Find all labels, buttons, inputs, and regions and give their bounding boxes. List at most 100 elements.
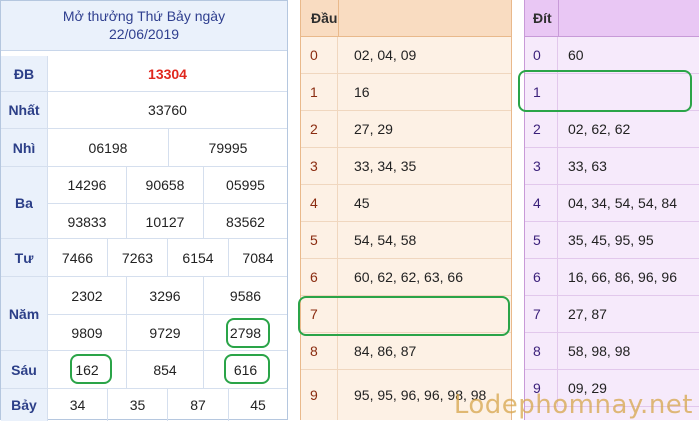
prize-label-bay: Bảy [1, 389, 48, 421]
dau-key: 2 [301, 111, 338, 147]
dit-key: 3 [525, 148, 558, 184]
dit-row: 7 27, 87 [525, 296, 699, 333]
dau-values: 16 [354, 83, 370, 100]
highlight-oval [518, 70, 692, 112]
dit-values: 02, 62, 62 [568, 120, 631, 137]
dau-row: 6 60, 62, 62, 63, 66 [301, 259, 511, 296]
prize-label-db: ĐB [1, 56, 48, 91]
dau-row: 0 02, 04, 09 [301, 37, 511, 74]
dit-key: 6 [525, 259, 558, 295]
prize-ba-value: 10127 [145, 213, 185, 230]
highlight-oval [224, 354, 270, 384]
dau-key: 0 [301, 37, 338, 73]
dau-values: 33, 34, 35 [354, 157, 417, 174]
highlight-oval [226, 318, 270, 348]
prize-label-nam: Năm [1, 277, 48, 350]
dit-values: 27, 87 [568, 305, 607, 322]
prize-row-tu: Tư 7466 7263 6154 7084 [1, 239, 287, 277]
prize-row-nhat: Nhất 33760 [1, 92, 287, 129]
dit-key: 0 [525, 37, 558, 73]
highlight-oval [298, 296, 510, 336]
prize-nam-value: 2302 [71, 287, 103, 304]
dau-row: 5 54, 54, 58 [301, 222, 511, 259]
prize-nam-value: 9586 [229, 287, 262, 304]
prize-bay-value: 87 [190, 397, 206, 413]
dau-key: 9 [301, 370, 338, 420]
dau-key: 8 [301, 333, 338, 369]
dit-key: 2 [525, 111, 558, 147]
dit-header-label: Đít [533, 10, 552, 26]
dau-values: 60, 62, 62, 63, 66 [354, 268, 463, 285]
dau-table: Đầu 0 02, 04, 09 1 16 2 27, 29 3 33, 34, 35 … [300, 0, 512, 420]
dau-key: 5 [301, 222, 338, 258]
dau-values: 54, 54, 58 [354, 231, 417, 248]
prize-tu-value: 7466 [61, 249, 94, 266]
dit-row: 2 02, 62, 62 [525, 111, 699, 148]
prize-ba-value: 90658 [145, 177, 185, 193]
dit-key: 5 [525, 222, 558, 258]
prize-nam-value: 3296 [149, 287, 181, 304]
dau-values: 27, 29 [354, 120, 393, 137]
watermark: Lodephomnay.net [453, 390, 693, 420]
prize-ba-value: 83562 [226, 213, 265, 230]
dau-values: 45 [354, 194, 370, 211]
prize-nam-value: 9729 [149, 325, 181, 341]
prize-ba-value: 14296 [67, 177, 107, 193]
dau-row: 3 33, 34, 35 [301, 148, 511, 185]
prize-label-sau: Sáu [1, 351, 48, 388]
dit-row: 3 33, 63 [525, 148, 699, 185]
dit-key: 4 [525, 185, 558, 221]
dau-row: 1 16 [301, 74, 511, 111]
prize-ba-value: 93833 [67, 213, 107, 230]
results-title-line1: Mở thưởng Thứ Bảy ngày [62, 8, 226, 24]
prize-tu-value: 7084 [242, 249, 274, 266]
prize-bay-value: 35 [129, 397, 146, 413]
dit-row: 4 04, 34, 54, 54, 84 [525, 185, 699, 222]
highlight-oval [70, 354, 112, 384]
prize-row-nhi: Nhì 06198 79995 [1, 129, 287, 167]
prize-nam-value: 9809 [71, 325, 103, 341]
dit-row: 8 58, 98, 98 [525, 333, 699, 370]
dit-key: 8 [525, 333, 558, 369]
dau-key: 4 [301, 185, 338, 221]
dau-values: 02, 04, 09 [354, 46, 417, 63]
prize-bay-value: 34 [69, 397, 86, 413]
dit-row: 0 60 [525, 37, 699, 74]
prize-row-bay: Bảy 34 35 87 45 [1, 389, 287, 421]
dit-header: Đít [525, 0, 699, 37]
dau-header: Đầu [301, 0, 511, 37]
dau-key: 3 [301, 148, 338, 184]
results-date: 22/06/2019 [108, 26, 180, 42]
dit-values: 35, 45, 95, 95 [568, 231, 654, 248]
prize-sau-value: 854 [153, 361, 177, 378]
dau-row: 8 84, 86, 87 [301, 333, 511, 370]
prize-bay-value: 45 [250, 397, 266, 413]
dit-values: 58, 98, 98 [568, 342, 631, 359]
prize-tu-value: 7263 [121, 249, 154, 266]
prize-label-ba: Ba [1, 167, 48, 238]
dit-values: 16, 66, 86, 96, 96 [568, 268, 677, 285]
prize-row-db: ĐB 13304 [1, 56, 287, 92]
dit-values: 33, 63 [568, 157, 607, 174]
prize-label-tu: Tư [1, 239, 48, 276]
dit-table: Đít 0 60 1 2 02, 62, 62 3 33, 63 4 04, 34, 5… [524, 0, 699, 420]
prize-db-value: 13304 [148, 65, 187, 82]
results-title: Mở thưởng Thứ Bảy ngày 22/06/2019 [1, 1, 287, 51]
dau-row: 4 45 [301, 185, 511, 222]
prize-nhi-value: 79995 [208, 139, 248, 156]
prize-label-nhi: Nhì [1, 129, 48, 166]
dit-row: 5 35, 45, 95, 95 [525, 222, 699, 259]
dit-values: 60 [568, 46, 584, 63]
dau-row: 2 27, 29 [301, 111, 511, 148]
prize-ba-value: 05995 [226, 177, 265, 193]
prize-row-ba: Ba 14296 90658 05995 93833 10127 83562 [1, 167, 287, 239]
prize-tu-value: 6154 [182, 249, 214, 266]
prize-nhat-value: 33760 [148, 102, 187, 118]
dau-values: 84, 86, 87 [354, 342, 417, 359]
dau-key: 6 [301, 259, 338, 295]
dit-values: 04, 34, 54, 54, 84 [568, 194, 677, 211]
dau-header-label: Đầu [311, 10, 338, 26]
prize-label-nhat: Nhất [1, 92, 48, 128]
dau-key: 1 [301, 74, 338, 110]
dit-key: 7 [525, 296, 558, 332]
